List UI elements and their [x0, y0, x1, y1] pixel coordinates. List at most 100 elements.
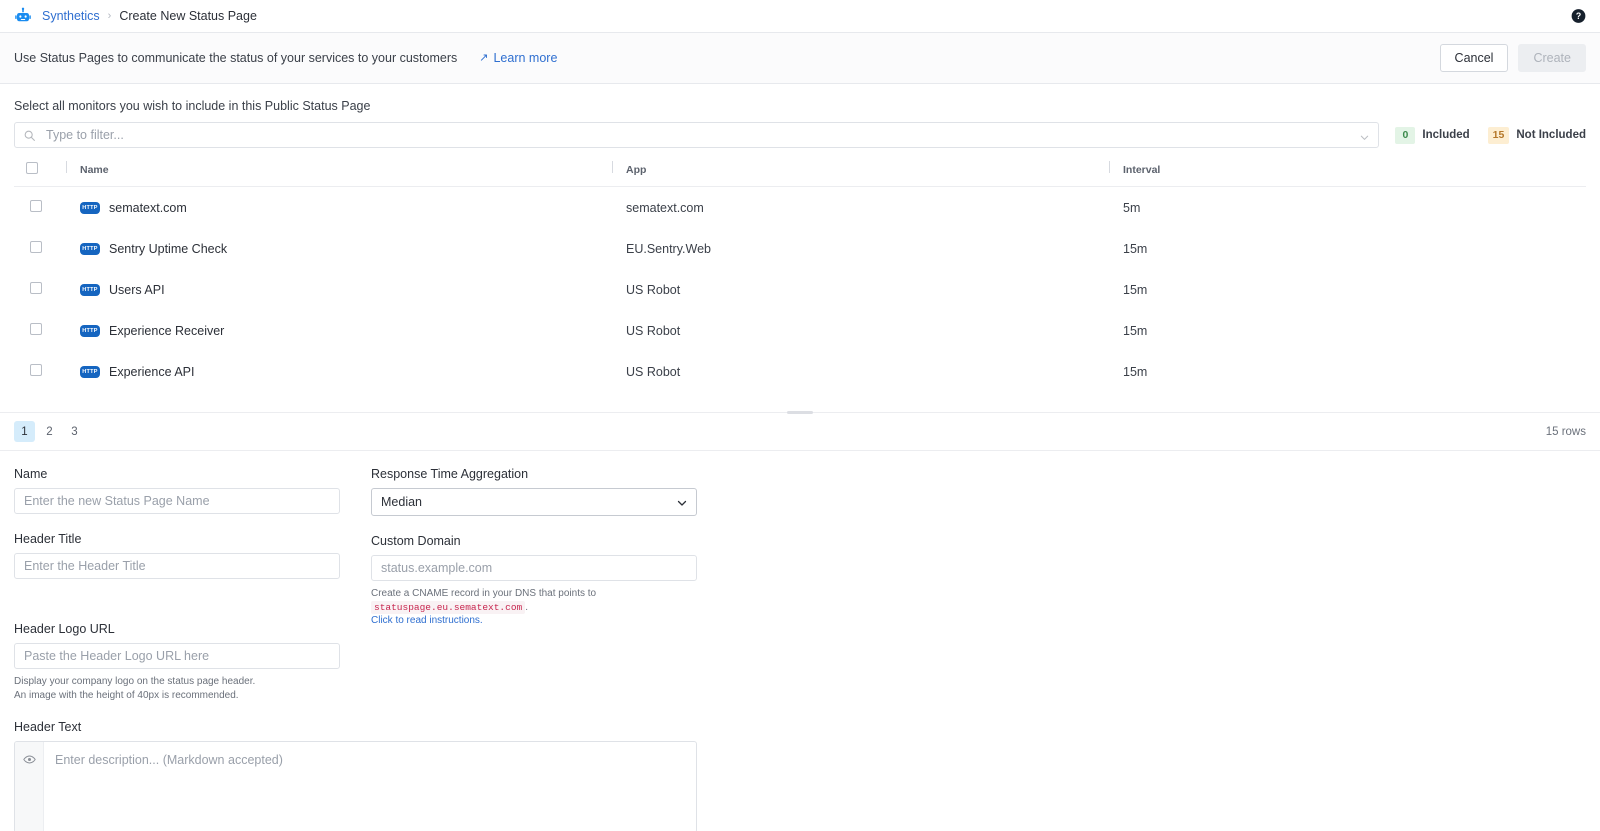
- monitor-name: Experience Receiver: [109, 323, 225, 338]
- monitors-table-wrap: Name App Interval HTTP sematext.com sema…: [0, 148, 1600, 392]
- editor-gutter: [15, 742, 44, 831]
- panel-splitter: [0, 411, 1600, 414]
- svg-text:?: ?: [1576, 11, 1581, 21]
- monitor-name: sematext.com: [109, 200, 187, 215]
- page-button-2[interactable]: 2: [39, 421, 60, 442]
- field-response-time-aggregation: Response Time Aggregation Median: [371, 467, 728, 516]
- breadcrumb-bar: Synthetics › Create New Status Page ?: [0, 0, 1600, 32]
- robot-logo-icon: [14, 7, 32, 25]
- protocol-badge: HTTP: [80, 283, 100, 296]
- table-body: HTTP sematext.com sematext.com 5m HTTP S…: [14, 187, 1586, 393]
- row-interval-cell: 15m: [1123, 282, 1148, 297]
- row-interval-cell: 15m: [1123, 241, 1148, 256]
- row-name-cell: HTTP Experience Receiver: [66, 310, 612, 351]
- protocol-badge: HTTP: [80, 201, 100, 214]
- page-button-1[interactable]: 1: [14, 421, 35, 442]
- select-all-checkbox[interactable]: [26, 162, 38, 174]
- monitor-name: Sentry Uptime Check: [109, 241, 228, 256]
- row-checkbox-cell: [14, 351, 66, 392]
- table-head: Name App Interval: [14, 148, 1586, 187]
- chevron-down-icon[interactable]: [1359, 130, 1370, 141]
- aggregation-label: Response Time Aggregation: [371, 467, 529, 481]
- pagination-row: 1 2 3 15 rows: [0, 413, 1600, 451]
- row-checkbox[interactable]: [30, 241, 42, 253]
- learn-more-label: Learn more: [493, 51, 558, 65]
- row-app-cell: US Robot: [626, 323, 681, 338]
- row-checkbox[interactable]: [30, 364, 42, 376]
- breadcrumb-current-page: Create New Status Page: [119, 9, 257, 23]
- field-name: Name: [14, 467, 371, 514]
- help-circle-icon[interactable]: ?: [1571, 9, 1586, 24]
- header-title-label: Header Title: [14, 532, 82, 546]
- breadcrumb-separator: ›: [107, 10, 112, 22]
- row-name-cell: HTTP Users API: [66, 269, 612, 310]
- row-checkbox[interactable]: [30, 323, 42, 335]
- header-logo-url-hint: Display your company logo on the status …: [14, 675, 371, 702]
- cancel-button[interactable]: Cancel: [1439, 44, 1509, 72]
- field-header-title: Header Title: [14, 532, 371, 579]
- filter-input[interactable]: [46, 128, 1360, 142]
- header-title-input[interactable]: [14, 553, 340, 579]
- row-name-cell: HTTP Sentry Uptime Check: [66, 228, 612, 269]
- column-header-app[interactable]: App: [612, 148, 1109, 187]
- aggregation-select[interactable]: Median: [371, 488, 697, 516]
- create-button[interactable]: Create: [1518, 44, 1586, 72]
- monitor-selector-label: Select all monitors you wish to include …: [14, 99, 371, 113]
- protocol-badge: HTTP: [80, 324, 100, 337]
- header-text-label-wrap: Header Text: [0, 720, 1600, 734]
- protocol-badge: HTTP: [80, 242, 100, 255]
- not-included-count-badge: 15: [1487, 126, 1510, 144]
- custom-domain-label: Custom Domain: [371, 534, 461, 548]
- row-checkbox-cell: [14, 310, 66, 351]
- form-column-right: Response Time Aggregation Median Custom …: [371, 467, 728, 720]
- action-bar: Use Status Pages to communicate the stat…: [0, 32, 1600, 84]
- custom-domain-input[interactable]: [371, 555, 697, 581]
- header-logo-url-label: Header Logo URL: [14, 622, 115, 636]
- field-custom-domain: Custom Domain Create a CNAME record in y…: [371, 534, 728, 628]
- row-checkbox[interactable]: [30, 200, 42, 212]
- row-checkbox-cell: [14, 187, 66, 229]
- page-button-3[interactable]: 3: [64, 421, 85, 442]
- header-text-textarea[interactable]: [44, 742, 696, 831]
- table-row[interactable]: HTTP Experience API US Robot 15m: [14, 351, 1586, 392]
- table-row[interactable]: HTTP Experience Receiver US Robot 15m: [14, 310, 1586, 351]
- name-input[interactable]: [14, 488, 340, 514]
- table-row[interactable]: HTTP sematext.com sematext.com 5m: [14, 187, 1586, 229]
- header-logo-url-input[interactable]: [14, 643, 340, 669]
- table-row[interactable]: HTTP Sentry Uptime Check EU.Sentry.Web 1…: [14, 228, 1586, 269]
- header-text-editor: [14, 741, 697, 831]
- included-count-badge: 0: [1395, 126, 1416, 144]
- row-interval-cell: 5m: [1123, 200, 1141, 215]
- custom-domain-cname-code: statuspage.eu.sematext.com: [371, 600, 526, 614]
- header-logo-url-hint-line1: Display your company logo on the status …: [14, 676, 256, 687]
- row-checkbox-cell: [14, 269, 66, 310]
- search-icon: [23, 129, 36, 142]
- table-header-row: Name App Interval: [14, 148, 1586, 187]
- form-column-left: Name Header Title Header Logo URL Displa…: [14, 467, 371, 720]
- breadcrumb-link-synthetics[interactable]: Synthetics: [42, 9, 100, 23]
- column-header-name[interactable]: Name: [66, 148, 612, 187]
- header-logo-url-hint-line2: An image with the height of 40px is reco…: [14, 689, 239, 701]
- row-app-cell: sematext.com: [626, 200, 704, 215]
- filter-box[interactable]: [14, 122, 1380, 148]
- table-row[interactable]: HTTP Users API US Robot 15m: [14, 269, 1586, 310]
- custom-domain-instructions-link[interactable]: Click to read instructions.: [371, 614, 728, 628]
- column-header-interval[interactable]: Interval: [1109, 148, 1586, 187]
- monitors-table: Name App Interval HTTP sematext.com sema…: [14, 148, 1586, 392]
- info-text: Use Status Pages to communicate the stat…: [14, 51, 458, 65]
- protocol-badge: HTTP: [80, 365, 100, 378]
- eye-icon[interactable]: [22, 753, 36, 766]
- status-page-form: Name Header Title Header Logo URL Displa…: [0, 451, 1600, 720]
- header-text-label: Header Text: [14, 720, 82, 734]
- row-interval-cell: 15m: [1123, 364, 1148, 379]
- field-header-logo-url: Header Logo URL Display your company log…: [14, 622, 371, 702]
- learn-more-link[interactable]: ↗ Learn more: [479, 51, 557, 65]
- aggregation-select-wrap[interactable]: Median: [371, 488, 697, 516]
- splitter-drag-handle[interactable]: [787, 411, 813, 414]
- row-checkbox[interactable]: [30, 282, 42, 294]
- row-name-cell: HTTP Experience API: [66, 351, 612, 392]
- custom-domain-hint: Create a CNAME record in your DNS that p…: [371, 587, 728, 628]
- row-app-cell: US Robot: [626, 364, 681, 379]
- row-name-cell: HTTP sematext.com: [66, 187, 612, 229]
- monitor-name: Experience API: [109, 364, 195, 379]
